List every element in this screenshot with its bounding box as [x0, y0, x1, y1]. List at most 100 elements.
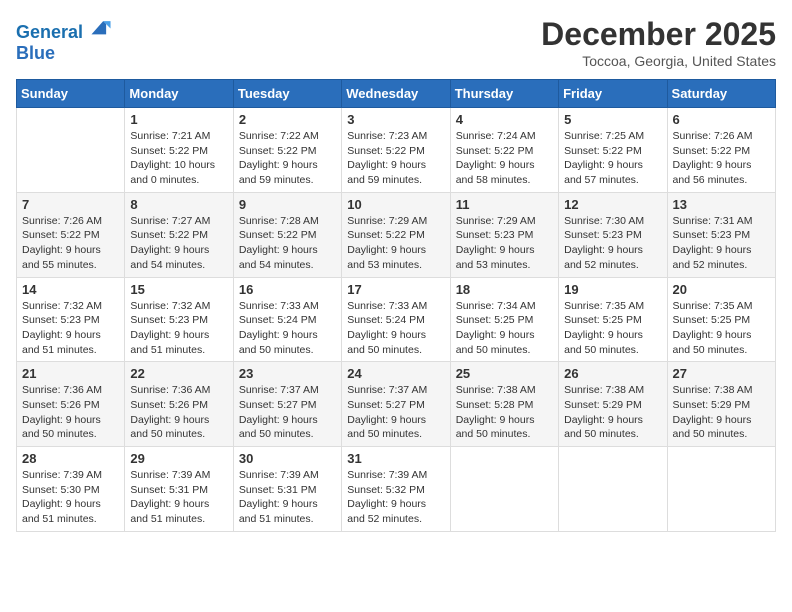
sunset-label: Sunset: 5:29 PM [673, 399, 751, 411]
sunset-label: Sunset: 5:25 PM [673, 314, 751, 326]
daylight-label: Daylight: 9 hours and 50 minutes. [456, 414, 535, 441]
calendar-week-row: 21 Sunrise: 7:36 AM Sunset: 5:26 PM Dayl… [17, 362, 776, 447]
calendar-cell: 30 Sunrise: 7:39 AM Sunset: 5:31 PM Dayl… [233, 447, 341, 532]
daylight-label: Daylight: 9 hours and 50 minutes. [564, 414, 643, 441]
daylight-label: Daylight: 9 hours and 50 minutes. [564, 329, 643, 356]
day-number: 5 [564, 112, 661, 127]
day-info: Sunrise: 7:39 AM Sunset: 5:31 PM Dayligh… [130, 468, 227, 527]
daylight-label: Daylight: 9 hours and 51 minutes. [130, 498, 209, 525]
sunset-label: Sunset: 5:28 PM [456, 399, 534, 411]
sunset-label: Sunset: 5:25 PM [456, 314, 534, 326]
day-info: Sunrise: 7:30 AM Sunset: 5:23 PM Dayligh… [564, 214, 661, 273]
sunset-label: Sunset: 5:22 PM [239, 145, 317, 157]
day-info: Sunrise: 7:26 AM Sunset: 5:22 PM Dayligh… [673, 129, 770, 188]
location: Toccoa, Georgia, United States [541, 53, 776, 69]
calendar-header-row: SundayMondayTuesdayWednesdayThursdayFrid… [17, 80, 776, 108]
sunset-label: Sunset: 5:22 PM [130, 229, 208, 241]
sunset-label: Sunset: 5:23 PM [456, 229, 534, 241]
weekday-header: Wednesday [342, 80, 450, 108]
calendar-cell: 12 Sunrise: 7:30 AM Sunset: 5:23 PM Dayl… [559, 192, 667, 277]
daylight-label: Daylight: 9 hours and 53 minutes. [347, 244, 426, 271]
sunrise-label: Sunrise: 7:28 AM [239, 215, 319, 227]
sunset-label: Sunset: 5:22 PM [347, 145, 425, 157]
day-info: Sunrise: 7:32 AM Sunset: 5:23 PM Dayligh… [22, 299, 119, 358]
sunrise-label: Sunrise: 7:25 AM [564, 130, 644, 142]
calendar-week-row: 7 Sunrise: 7:26 AM Sunset: 5:22 PM Dayli… [17, 192, 776, 277]
daylight-label: Daylight: 9 hours and 52 minutes. [347, 498, 426, 525]
sunrise-label: Sunrise: 7:38 AM [673, 384, 753, 396]
sunrise-label: Sunrise: 7:33 AM [239, 300, 319, 312]
sunset-label: Sunset: 5:26 PM [130, 399, 208, 411]
day-number: 8 [130, 197, 227, 212]
daylight-label: Daylight: 9 hours and 51 minutes. [130, 329, 209, 356]
sunset-label: Sunset: 5:23 PM [564, 229, 642, 241]
sunset-label: Sunset: 5:22 PM [347, 229, 425, 241]
daylight-label: Daylight: 9 hours and 53 minutes. [456, 244, 535, 271]
day-number: 23 [239, 366, 336, 381]
sunrise-label: Sunrise: 7:38 AM [456, 384, 536, 396]
day-info: Sunrise: 7:36 AM Sunset: 5:26 PM Dayligh… [130, 383, 227, 442]
sunrise-label: Sunrise: 7:34 AM [456, 300, 536, 312]
day-info: Sunrise: 7:38 AM Sunset: 5:29 PM Dayligh… [673, 383, 770, 442]
sunrise-label: Sunrise: 7:37 AM [347, 384, 427, 396]
daylight-label: Daylight: 9 hours and 57 minutes. [564, 159, 643, 186]
logo-text: General [16, 16, 112, 43]
calendar-cell: 24 Sunrise: 7:37 AM Sunset: 5:27 PM Dayl… [342, 362, 450, 447]
sunrise-label: Sunrise: 7:21 AM [130, 130, 210, 142]
weekday-header: Sunday [17, 80, 125, 108]
sunset-label: Sunset: 5:32 PM [347, 484, 425, 496]
calendar-cell: 28 Sunrise: 7:39 AM Sunset: 5:30 PM Dayl… [17, 447, 125, 532]
calendar-cell: 27 Sunrise: 7:38 AM Sunset: 5:29 PM Dayl… [667, 362, 775, 447]
day-info: Sunrise: 7:23 AM Sunset: 5:22 PM Dayligh… [347, 129, 444, 188]
sunset-label: Sunset: 5:30 PM [22, 484, 100, 496]
sunrise-label: Sunrise: 7:39 AM [22, 469, 102, 481]
sunrise-label: Sunrise: 7:22 AM [239, 130, 319, 142]
calendar-cell [450, 447, 558, 532]
daylight-label: Daylight: 9 hours and 59 minutes. [239, 159, 318, 186]
day-number: 17 [347, 282, 444, 297]
daylight-label: Daylight: 9 hours and 51 minutes. [22, 498, 101, 525]
month-title: December 2025 [541, 16, 776, 53]
calendar-cell: 6 Sunrise: 7:26 AM Sunset: 5:22 PM Dayli… [667, 108, 775, 193]
daylight-label: Daylight: 9 hours and 59 minutes. [347, 159, 426, 186]
sunset-label: Sunset: 5:23 PM [22, 314, 100, 326]
day-info: Sunrise: 7:37 AM Sunset: 5:27 PM Dayligh… [347, 383, 444, 442]
day-number: 4 [456, 112, 553, 127]
day-number: 21 [22, 366, 119, 381]
sunset-label: Sunset: 5:22 PM [22, 229, 100, 241]
day-number: 6 [673, 112, 770, 127]
daylight-label: Daylight: 9 hours and 54 minutes. [130, 244, 209, 271]
sunrise-label: Sunrise: 7:39 AM [347, 469, 427, 481]
calendar-cell [17, 108, 125, 193]
daylight-label: Daylight: 9 hours and 50 minutes. [130, 414, 209, 441]
calendar-cell: 17 Sunrise: 7:33 AM Sunset: 5:24 PM Dayl… [342, 277, 450, 362]
daylight-label: Daylight: 9 hours and 51 minutes. [239, 498, 318, 525]
sunrise-label: Sunrise: 7:38 AM [564, 384, 644, 396]
day-number: 7 [22, 197, 119, 212]
sunrise-label: Sunrise: 7:26 AM [673, 130, 753, 142]
title-area: December 2025 Toccoa, Georgia, United St… [541, 16, 776, 69]
day-info: Sunrise: 7:29 AM Sunset: 5:23 PM Dayligh… [456, 214, 553, 273]
sunset-label: Sunset: 5:23 PM [673, 229, 751, 241]
daylight-label: Daylight: 9 hours and 52 minutes. [673, 244, 752, 271]
sunrise-label: Sunrise: 7:35 AM [673, 300, 753, 312]
page-header: General Blue December 2025 Toccoa, Georg… [16, 16, 776, 69]
day-number: 13 [673, 197, 770, 212]
day-info: Sunrise: 7:32 AM Sunset: 5:23 PM Dayligh… [130, 299, 227, 358]
calendar-week-row: 1 Sunrise: 7:21 AM Sunset: 5:22 PM Dayli… [17, 108, 776, 193]
calendar-cell: 26 Sunrise: 7:38 AM Sunset: 5:29 PM Dayl… [559, 362, 667, 447]
logo: General Blue [16, 16, 112, 64]
day-info: Sunrise: 7:39 AM Sunset: 5:30 PM Dayligh… [22, 468, 119, 527]
daylight-label: Daylight: 9 hours and 54 minutes. [239, 244, 318, 271]
daylight-label: Daylight: 9 hours and 50 minutes. [239, 329, 318, 356]
sunrise-label: Sunrise: 7:33 AM [347, 300, 427, 312]
day-info: Sunrise: 7:29 AM Sunset: 5:22 PM Dayligh… [347, 214, 444, 273]
sunset-label: Sunset: 5:31 PM [130, 484, 208, 496]
day-number: 27 [673, 366, 770, 381]
day-info: Sunrise: 7:38 AM Sunset: 5:29 PM Dayligh… [564, 383, 661, 442]
weekday-header: Monday [125, 80, 233, 108]
sunrise-label: Sunrise: 7:36 AM [130, 384, 210, 396]
day-info: Sunrise: 7:24 AM Sunset: 5:22 PM Dayligh… [456, 129, 553, 188]
daylight-label: Daylight: 9 hours and 50 minutes. [347, 329, 426, 356]
sunset-label: Sunset: 5:23 PM [130, 314, 208, 326]
